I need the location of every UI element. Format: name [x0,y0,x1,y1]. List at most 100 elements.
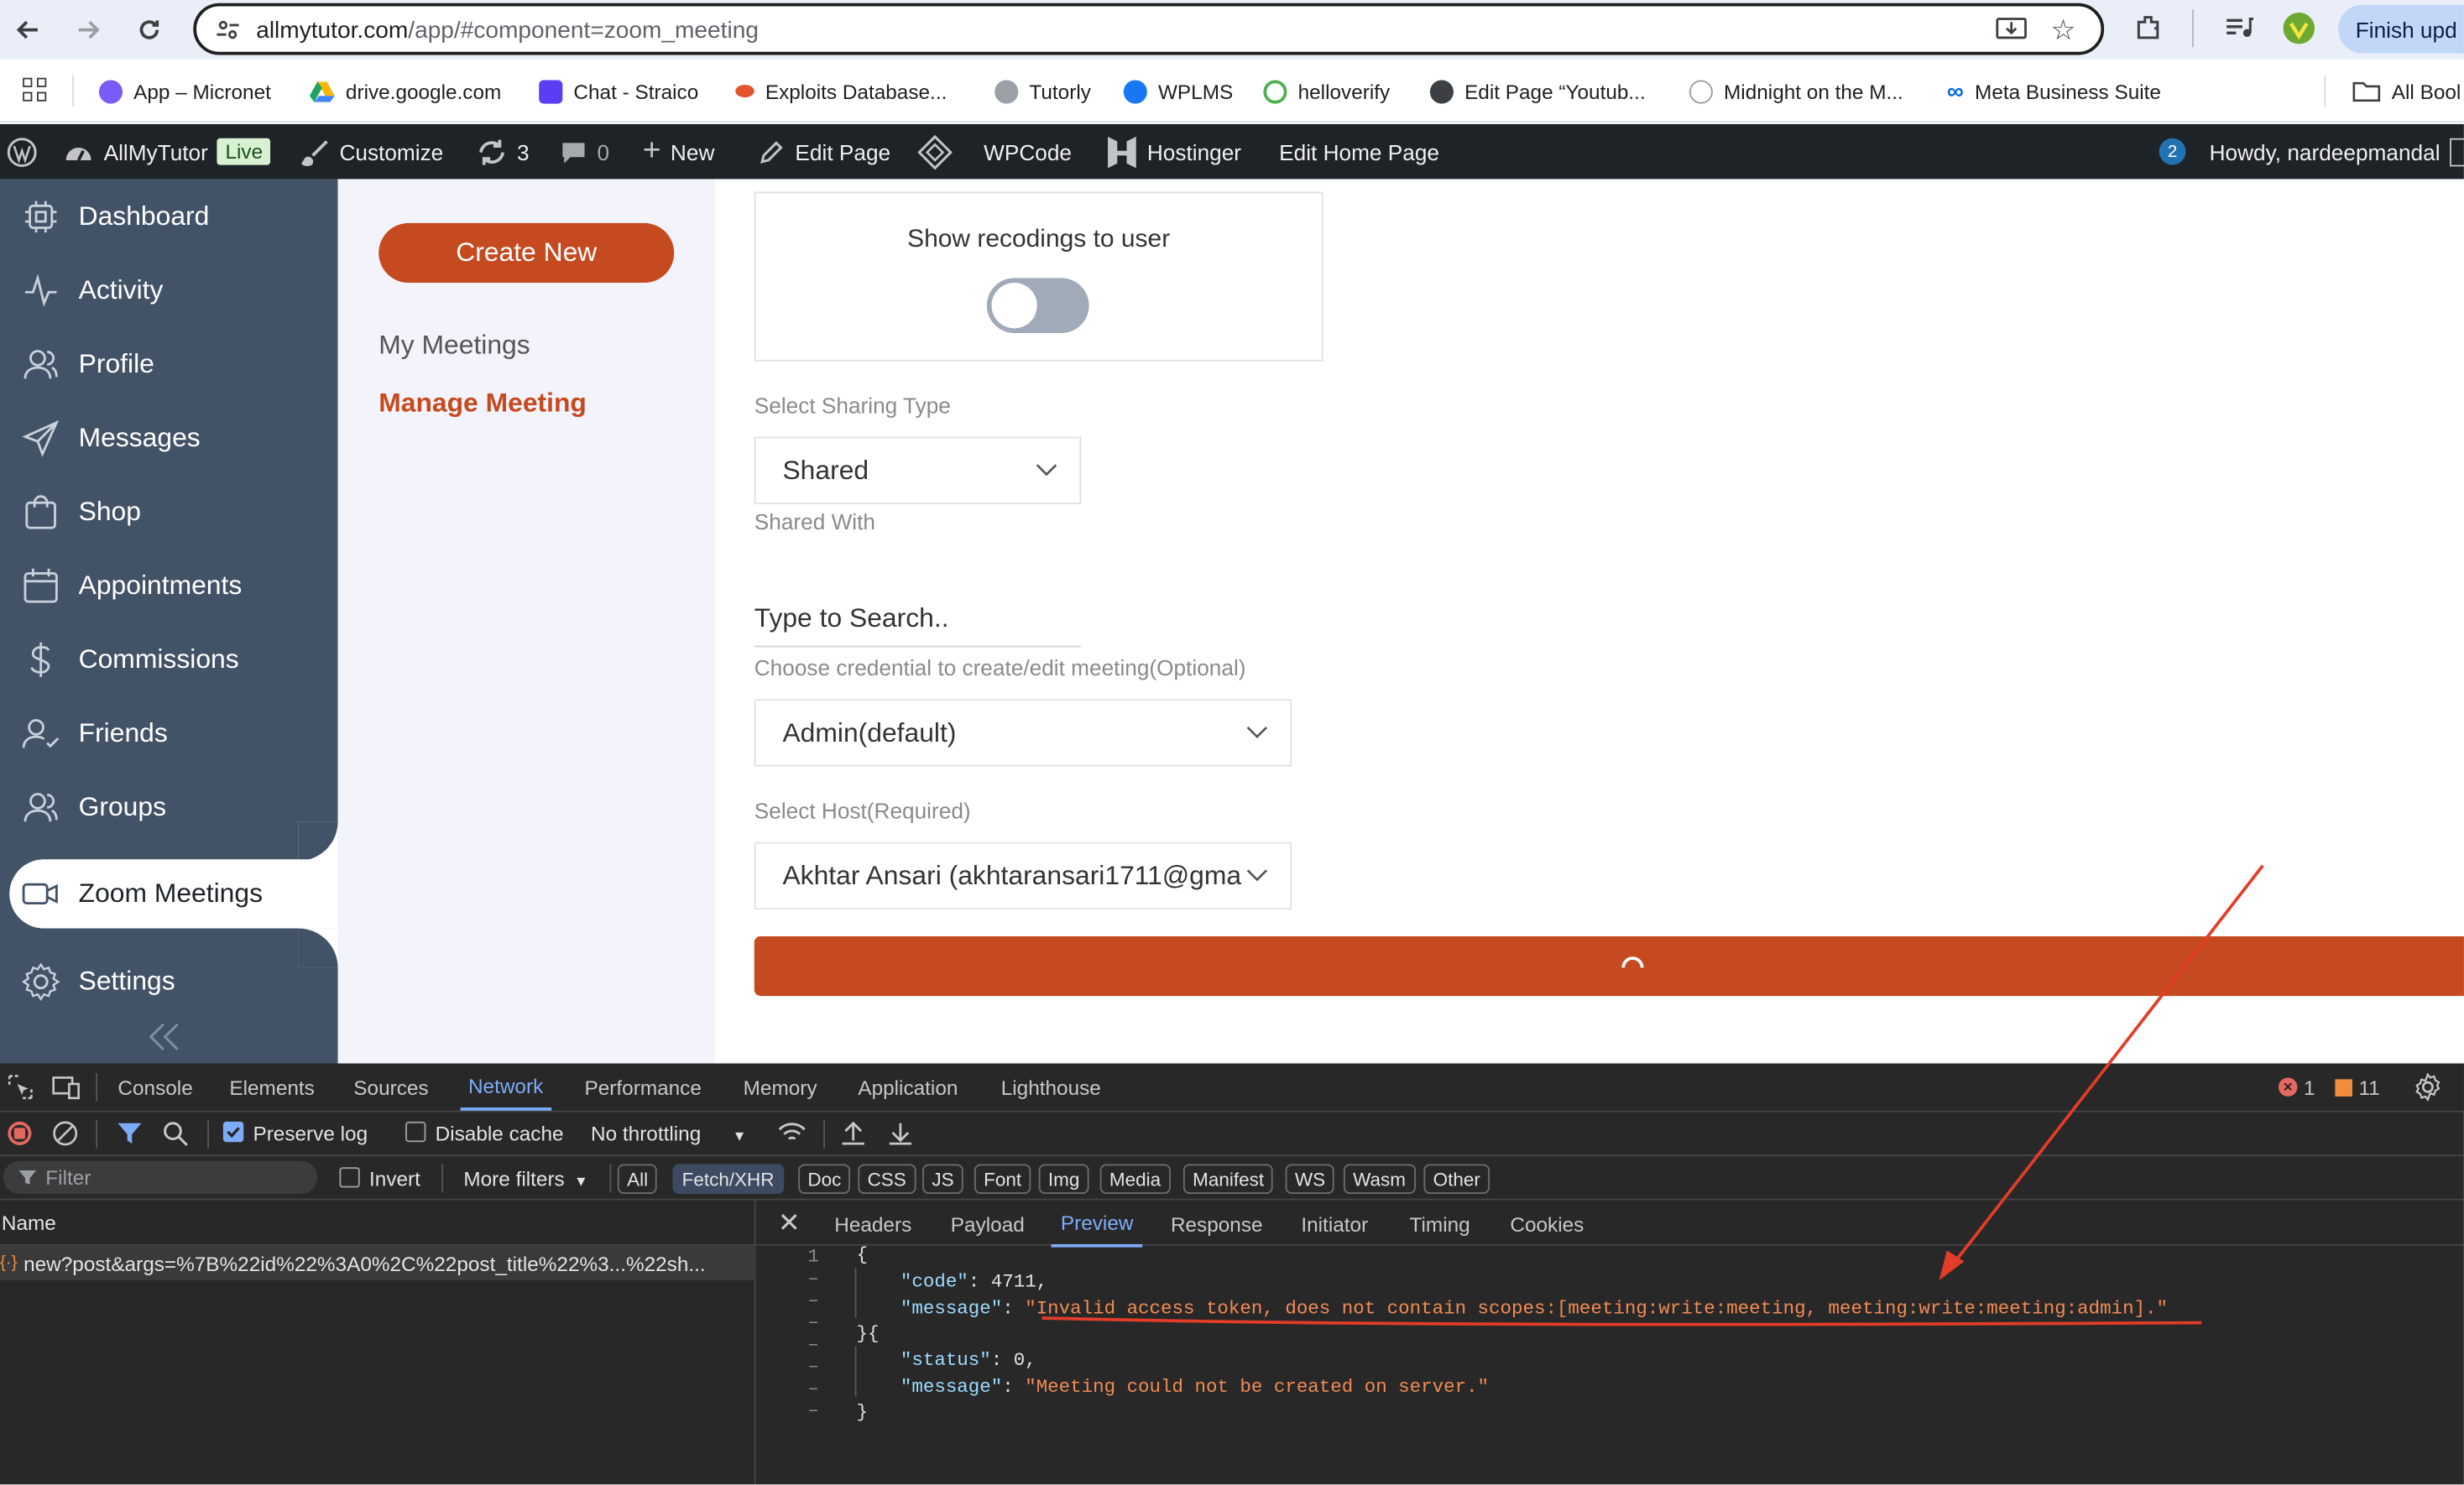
extensions-icon[interactable] [2133,13,2164,44]
tab-performance[interactable]: Performance [585,1064,702,1111]
sidebar-item-profile[interactable]: Profile [0,330,338,399]
sidebar-item-commissions[interactable]: Commissions [0,625,338,694]
howdy-account-link[interactable]: Howdy, nardeepmandal [2210,124,2464,180]
preserve-log-checkbox[interactable] [222,1121,244,1143]
updates-link[interactable]: 3 [476,124,530,180]
type-filter-manifest[interactable]: Manifest [1182,1164,1274,1195]
my-meetings-link[interactable]: My Meetings [378,330,530,361]
device-toolbar-icon[interactable] [52,1075,81,1100]
tab-network[interactable]: Network [460,1064,551,1111]
bookmark-item[interactable]: ∞ Meta Business Suite [1947,76,2161,107]
type-filter-fetch-xhr[interactable]: Fetch/XHR [672,1164,784,1195]
profile-avatar[interactable] [2283,12,2315,44]
record-stop-icon[interactable] [8,1121,32,1145]
tab-sources[interactable]: Sources [353,1064,428,1111]
tab-application[interactable]: Application [858,1064,958,1111]
sidebar-item-activity[interactable]: Activity [0,256,338,325]
type-filter-media[interactable]: Media [1099,1164,1171,1195]
type-filter-img[interactable]: Img [1038,1164,1089,1195]
site-info-icon[interactable] [216,18,241,43]
bookmark-item[interactable]: App – Micronet [98,76,271,107]
type-filter-all[interactable]: All [617,1164,658,1195]
tab-lighthouse[interactable]: Lighthouse [1001,1064,1101,1111]
type-filter-doc[interactable]: Doc [798,1164,851,1195]
type-filter-wasm[interactable]: Wasm [1343,1164,1416,1195]
comments-link[interactable]: 0 [560,124,609,180]
bookmark-item[interactable]: Exploits Database... [735,76,947,107]
tab-cookies[interactable]: Cookies [1510,1201,1584,1248]
bookmark-folder[interactable]: All Bool [2352,76,2461,107]
apps-grid-icon[interactable] [22,77,47,102]
address-bar[interactable]: allmytutor.com/app/#component=zoom_meeti… [193,3,2105,55]
collapse-sidebar-icon[interactable] [148,1021,182,1052]
sidebar-item-messages[interactable]: Messages [0,404,338,472]
wordpress-logo-icon[interactable] [6,124,37,180]
sidebar-item-settings[interactable]: Settings [0,947,338,1016]
sidebar-item-appointments[interactable]: Appointments [0,551,338,620]
bookmark-item[interactable]: drive.google.com [309,76,501,107]
host-select[interactable]: Akhtar Ansari (akhtaransari1711@gma [754,842,1292,910]
type-filter-other[interactable]: Other [1423,1164,1490,1195]
media-control-icon[interactable] [2223,14,2254,43]
bookmark-item[interactable]: Midnight on the M... [1689,76,1903,107]
filter-input[interactable]: Filter [3,1160,318,1195]
tab-memory[interactable]: Memory [744,1064,817,1111]
name-column-header[interactable]: Name [0,1201,756,1246]
type-filter-css[interactable]: CSS [858,1164,916,1195]
forward-arrow-icon[interactable] [69,11,107,49]
sidebar-item-shop[interactable]: Shop [0,477,338,546]
tab-console[interactable]: Console [117,1064,192,1111]
invert-checkbox[interactable] [339,1167,360,1188]
type-filter-font[interactable]: Font [974,1164,1031,1195]
inspect-element-icon[interactable] [8,1075,33,1100]
sidebar-item-dashboard[interactable]: Dashboard [0,182,338,251]
new-content-link[interactable]: + New [643,124,715,180]
bookmark-star-icon[interactable]: ☆ [2050,14,2075,47]
throttling-select[interactable]: No throttling ▼ [591,1122,746,1145]
edit-page-link[interactable]: Edit Page [757,124,890,180]
tab-elements[interactable]: Elements [229,1064,314,1111]
bookmark-item[interactable]: Edit Page “Youtub... [1429,76,1646,107]
hostinger-link[interactable]: Hostinger [1106,124,1241,180]
edit-home-page-link[interactable]: Edit Home Page [1279,124,1439,180]
notifications-link[interactable]: 2 [2159,124,2186,180]
finish-update-button[interactable]: Finish upd [2338,4,2464,54]
tab-initiator[interactable]: Initiator [1301,1201,1368,1248]
bookmark-item[interactable]: helloverify [1263,76,1390,107]
credential-select[interactable]: Admin(default) [754,699,1292,767]
bookmark-item[interactable]: WPLMS [1123,76,1233,107]
close-detail-icon[interactable]: ✕ [778,1208,801,1239]
back-arrow-icon[interactable] [9,11,47,49]
tab-payload[interactable]: Payload [951,1201,1025,1248]
warning-counter[interactable]: 11 [2335,1064,2380,1111]
bookmark-item[interactable]: Tutorly [994,76,1091,107]
request-row[interactable]: {·} new?post&args=%7B%22id%22%3A0%2C%22p… [0,1245,756,1281]
customize-link[interactable]: Customize [301,124,443,180]
devtools-settings-gear-icon[interactable] [2414,1072,2442,1102]
install-app-icon[interactable] [1996,16,2027,44]
disable-cache-checkbox[interactable] [405,1121,426,1143]
filter-funnel-icon[interactable] [117,1120,144,1147]
tab-headers[interactable]: Headers [834,1201,911,1248]
search-icon[interactable] [162,1120,189,1147]
sidebar-item-zoom-meetings[interactable]: Zoom Meetings [9,859,338,929]
tab-response[interactable]: Response [1171,1201,1263,1248]
export-har-icon[interactable] [888,1120,913,1147]
site-name-link[interactable]: AllMyTutor Live [63,124,271,180]
tab-preview[interactable]: Preview [1051,1201,1143,1248]
wpcode-link[interactable]: WPCode [917,124,1072,180]
bookmark-item[interactable]: Chat - Straico [539,76,698,107]
reload-icon[interactable] [130,11,168,49]
type-filter-ws[interactable]: WS [1285,1164,1335,1195]
sidebar-item-friends[interactable]: Friends [0,699,338,768]
submit-meeting-button[interactable] [754,935,2464,997]
error-counter[interactable]: × 1 [2278,1064,2315,1111]
sharing-type-select[interactable]: Shared [754,436,1082,505]
network-conditions-icon[interactable] [778,1122,807,1147]
manage-meeting-link[interactable]: Manage Meeting [378,388,587,419]
more-filters-dropdown[interactable]: More filters ▼ [463,1167,587,1191]
tab-timing[interactable]: Timing [1410,1201,1470,1248]
user-search-input[interactable] [754,591,1082,648]
import-har-icon[interactable] [841,1120,866,1147]
show-recordings-toggle[interactable] [986,278,1089,333]
